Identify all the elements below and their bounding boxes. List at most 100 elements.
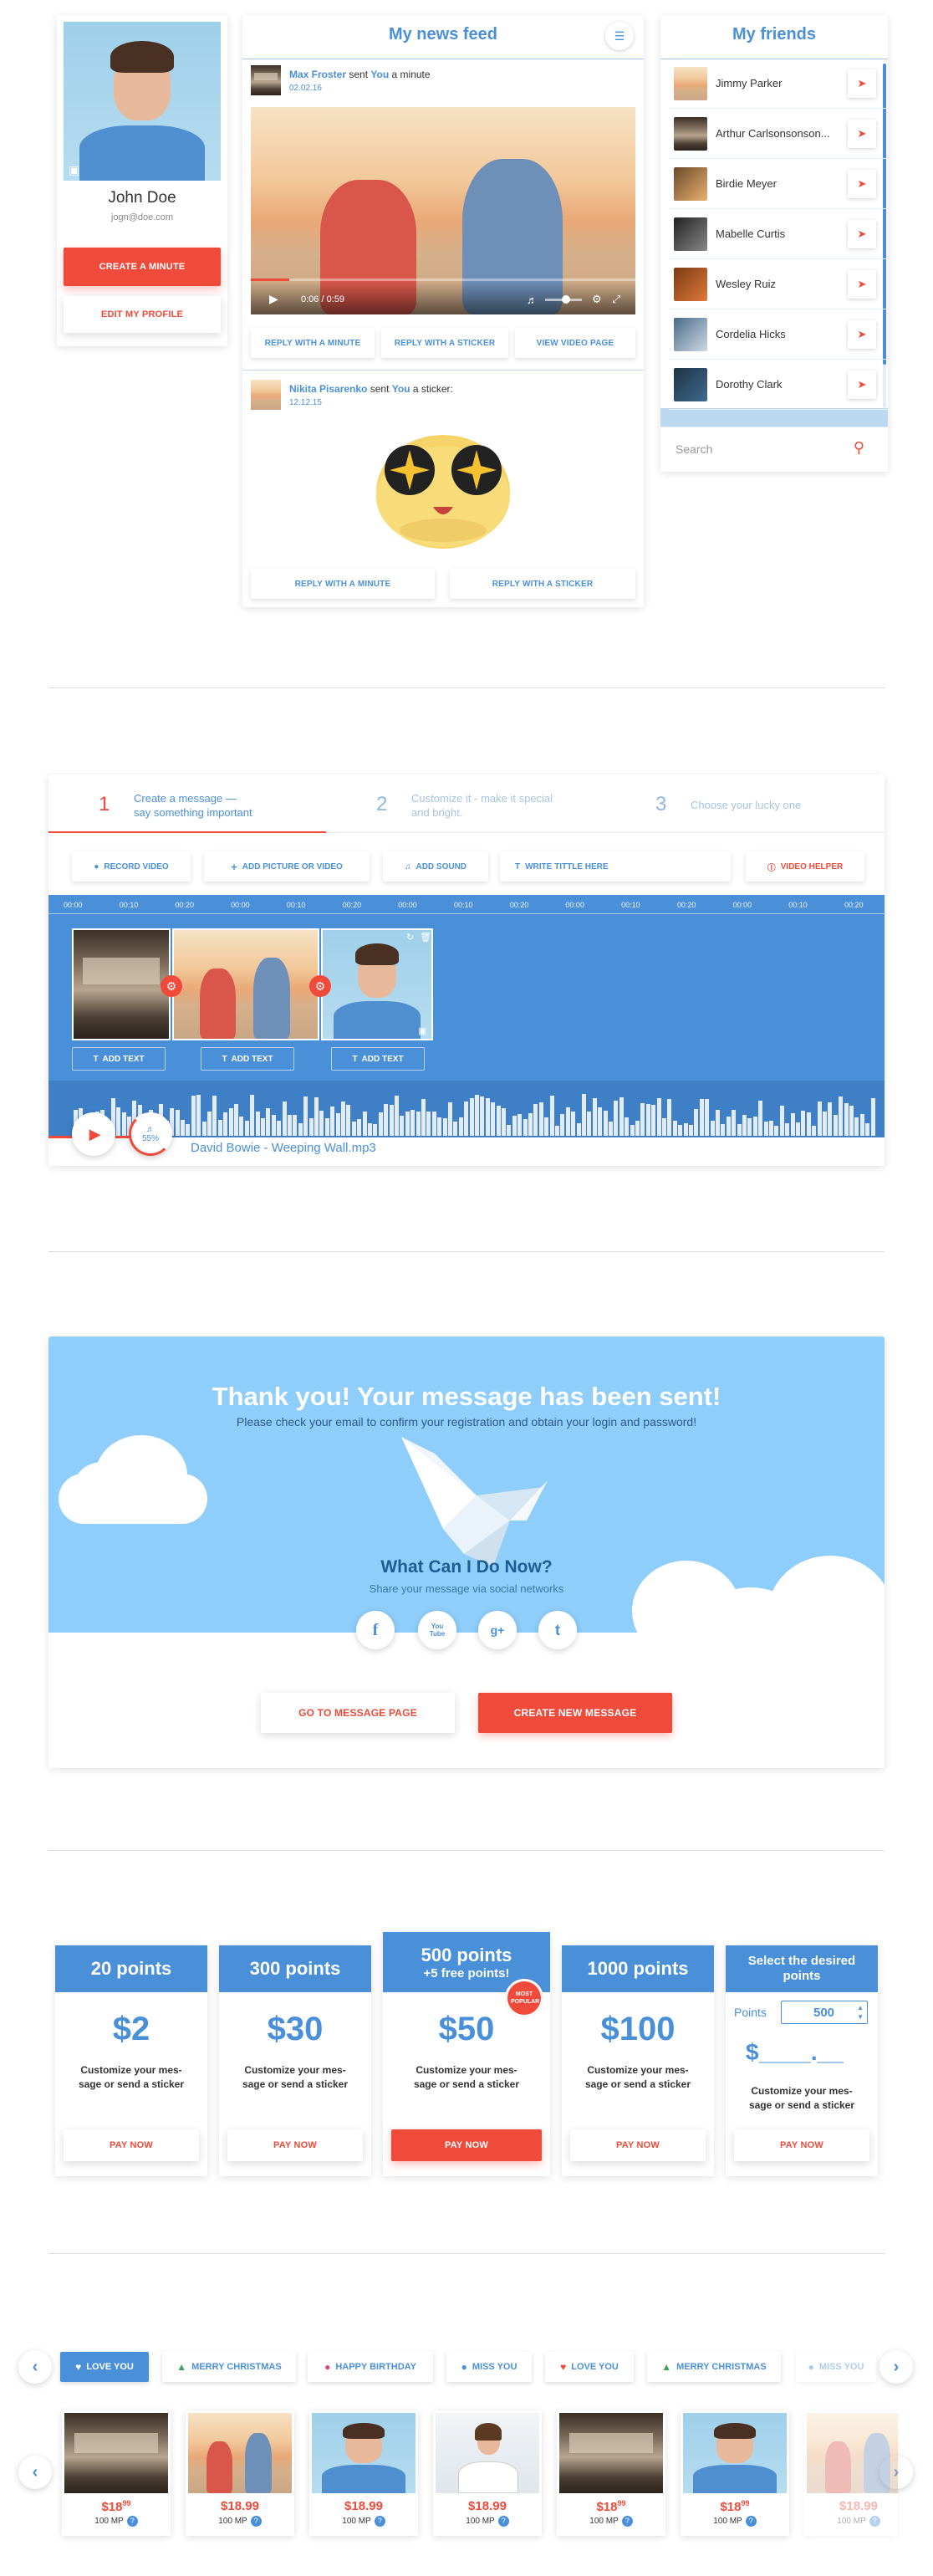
info-icon[interactable]: ?	[126, 2516, 138, 2527]
tags-prev-button[interactable]: ‹	[18, 2350, 52, 2384]
send-button[interactable]: ➤	[848, 69, 876, 98]
send-button[interactable]: ➤	[848, 319, 876, 349]
facebook-icon[interactable]: f	[356, 1611, 395, 1649]
pay-now-button[interactable]: PAY NOW	[64, 2129, 199, 2161]
tags-next-button[interactable]: ›	[879, 2350, 913, 2384]
info-icon[interactable]: ?	[745, 2516, 757, 2527]
send-button[interactable]: ➤	[848, 269, 876, 299]
transition-gear-icon[interactable]: ⚙	[161, 975, 182, 997]
timeline-clip[interactable]	[72, 928, 171, 1040]
timeline-clip[interactable]	[321, 928, 433, 1040]
info-icon[interactable]: ?	[869, 2516, 880, 2527]
pay-now-button[interactable]: PAY NOW	[734, 2129, 869, 2161]
friend-item[interactable]: Dorothy Clark ➤	[669, 360, 888, 410]
reply-minute-button[interactable]: REPLY WITH A MINUTE	[251, 569, 435, 599]
product-card[interactable]: $1899 100 MP?	[681, 2410, 789, 2536]
friend-item[interactable]: Mabelle Curtis ➤	[669, 209, 888, 259]
settings-icon[interactable]: ⚙	[592, 293, 602, 306]
points-input[interactable]: 500 ▲ ▼	[781, 2001, 868, 2024]
stepper-arrows-icon[interactable]: ▲ ▼	[857, 2003, 864, 2021]
tag-merry-christmas[interactable]: ▲ MERRY CHRISTMAS	[647, 2352, 781, 2382]
create-minute-button[interactable]: CREATE A MINUTE	[64, 248, 221, 286]
create-new-message-button[interactable]: CREATE NEW MESSAGE	[478, 1693, 672, 1733]
play-icon[interactable]: ▶	[269, 292, 278, 306]
send-button[interactable]: ➤	[848, 219, 876, 248]
add-text-button[interactable]: T ADD TEXT	[72, 1047, 166, 1071]
step-1[interactable]: 1 Create a message — say something impor…	[48, 774, 326, 833]
audio-play-button[interactable]: ▶	[72, 1112, 115, 1156]
trash-icon[interactable]: 🗑	[420, 932, 431, 943]
product-card[interactable]: $18.99 100 MP?	[433, 2410, 542, 2536]
volume-knob[interactable]: ♬ 55%	[129, 1112, 172, 1156]
send-button[interactable]: ➤	[848, 169, 876, 198]
waveform-bar	[705, 1098, 710, 1136]
sender-avatar[interactable]	[251, 380, 281, 410]
volume-icon[interactable]: ♬	[527, 294, 538, 306]
waveform[interactable]	[74, 1092, 876, 1136]
tag-love-you[interactable]: ♥ LOVE YOU	[545, 2352, 634, 2382]
add-sound-button[interactable]: ♫ ADD SOUND	[383, 851, 488, 882]
info-icon[interactable]: ?	[497, 2516, 509, 2527]
friend-item[interactable]: Cordelia Hicks ➤	[669, 309, 888, 360]
profile-avatar[interactable]: ▣	[64, 22, 221, 181]
tag-miss-you[interactable]: ● MISS YOU	[446, 2352, 532, 2382]
product-card[interactable]: $18.99 100 MP?	[309, 2410, 418, 2536]
send-button[interactable]: ➤	[848, 119, 876, 148]
pay-now-button[interactable]: PAY NOW	[227, 2129, 363, 2161]
send-button[interactable]: ➤	[848, 370, 876, 399]
pay-now-button[interactable]: PAY NOW	[570, 2129, 706, 2161]
edit-profile-button[interactable]: EDIT MY PROFILE	[64, 296, 221, 333]
view-video-button[interactable]: VIEW VIDEO PAGE	[515, 328, 635, 358]
volume-slider[interactable]	[545, 295, 582, 304]
timeline-clip[interactable]	[172, 928, 319, 1040]
tag-love-you[interactable]: ♥ LOVE YOU	[60, 2352, 149, 2382]
add-picture-button[interactable]: + ADD PICTURE OR VIDEO	[204, 851, 370, 882]
tag-happy-birthday[interactable]: ● HAPPY BIRTHDAY	[308, 2352, 433, 2382]
products-prev-button[interactable]: ‹	[18, 2456, 52, 2489]
search-box[interactable]: Search ⚲	[660, 427, 888, 472]
transition-gear-icon[interactable]: ⚙	[309, 975, 331, 997]
product-card[interactable]: $18.99 100 MP?	[186, 2410, 294, 2536]
google-plus-icon[interactable]: g+	[478, 1611, 517, 1649]
twitter-icon[interactable]: t	[538, 1611, 577, 1649]
waveform-bar	[395, 1095, 399, 1136]
waveform-bar	[576, 1122, 581, 1136]
reply-minute-button[interactable]: REPLY WITH A MINUTE	[251, 328, 375, 358]
sticker-image[interactable]	[373, 425, 513, 550]
tag-merry-christmas[interactable]: ▲ MERRY CHRISTMAS	[162, 2352, 296, 2382]
step-2[interactable]: 2 Customize it - make it special and bri…	[376, 774, 652, 833]
record-video-button[interactable]: ● RECORD VIDEO	[72, 851, 191, 882]
video-helper-button[interactable]: ⓘ VIDEO HELPER	[746, 851, 864, 882]
sender-link[interactable]: Max Froster	[289, 69, 346, 80]
add-text-button[interactable]: T ADD TEXT	[331, 1047, 425, 1071]
title-input[interactable]: T WRITE TITTLE HERE	[500, 851, 731, 882]
friend-item[interactable]: Birdie Meyer ➤	[669, 159, 888, 209]
search-input[interactable]: Search	[676, 442, 712, 456]
friend-item[interactable]: Wesley Ruiz ➤	[669, 259, 888, 309]
youtube-icon[interactable]: You Tube	[418, 1611, 456, 1649]
menu-button[interactable]: ☰	[605, 22, 634, 50]
reply-sticker-button[interactable]: REPLY WITH A STICKER	[381, 328, 508, 358]
video-player[interactable]: ▶ 0:06 / 0:59 ♬ ⚙ ⤢	[251, 107, 635, 314]
add-text-button[interactable]: T ADD TEXT	[201, 1047, 294, 1071]
pay-now-button[interactable]: PAY NOW	[391, 2129, 542, 2161]
camera-icon[interactable]: ▣	[69, 163, 79, 177]
step-3[interactable]: 3 Choose your lucky one	[655, 774, 881, 833]
fullscreen-icon[interactable]: ⤢	[612, 293, 620, 306]
product-card[interactable]: $18.99 100 MP?	[804, 2410, 898, 2536]
product-card[interactable]: $1899 100 MP?	[62, 2410, 171, 2536]
product-card[interactable]: $1899 100 MP?	[557, 2410, 665, 2536]
sender-link[interactable]: Nikita Pisarenko	[289, 383, 367, 395]
reply-sticker-button[interactable]: REPLY WITH A STICKER	[450, 569, 635, 599]
go-to-message-button[interactable]: GO TO MESSAGE PAGE	[261, 1693, 455, 1733]
friend-item[interactable]: Arthur Carlsonsonson... ➤	[669, 109, 888, 159]
info-icon[interactable]: ?	[374, 2516, 385, 2527]
info-icon[interactable]: ?	[250, 2516, 262, 2527]
refresh-icon[interactable]: ↻	[406, 932, 414, 943]
search-icon[interactable]: ⚲	[854, 439, 864, 457]
play-icon: ▶	[89, 1125, 101, 1142]
friend-item[interactable]: Jimmy Parker ➤	[669, 59, 888, 109]
tag-miss-you[interactable]: ● MISS YOU	[796, 2352, 876, 2382]
info-icon[interactable]: ?	[621, 2516, 633, 2527]
sender-avatar[interactable]	[251, 65, 281, 95]
